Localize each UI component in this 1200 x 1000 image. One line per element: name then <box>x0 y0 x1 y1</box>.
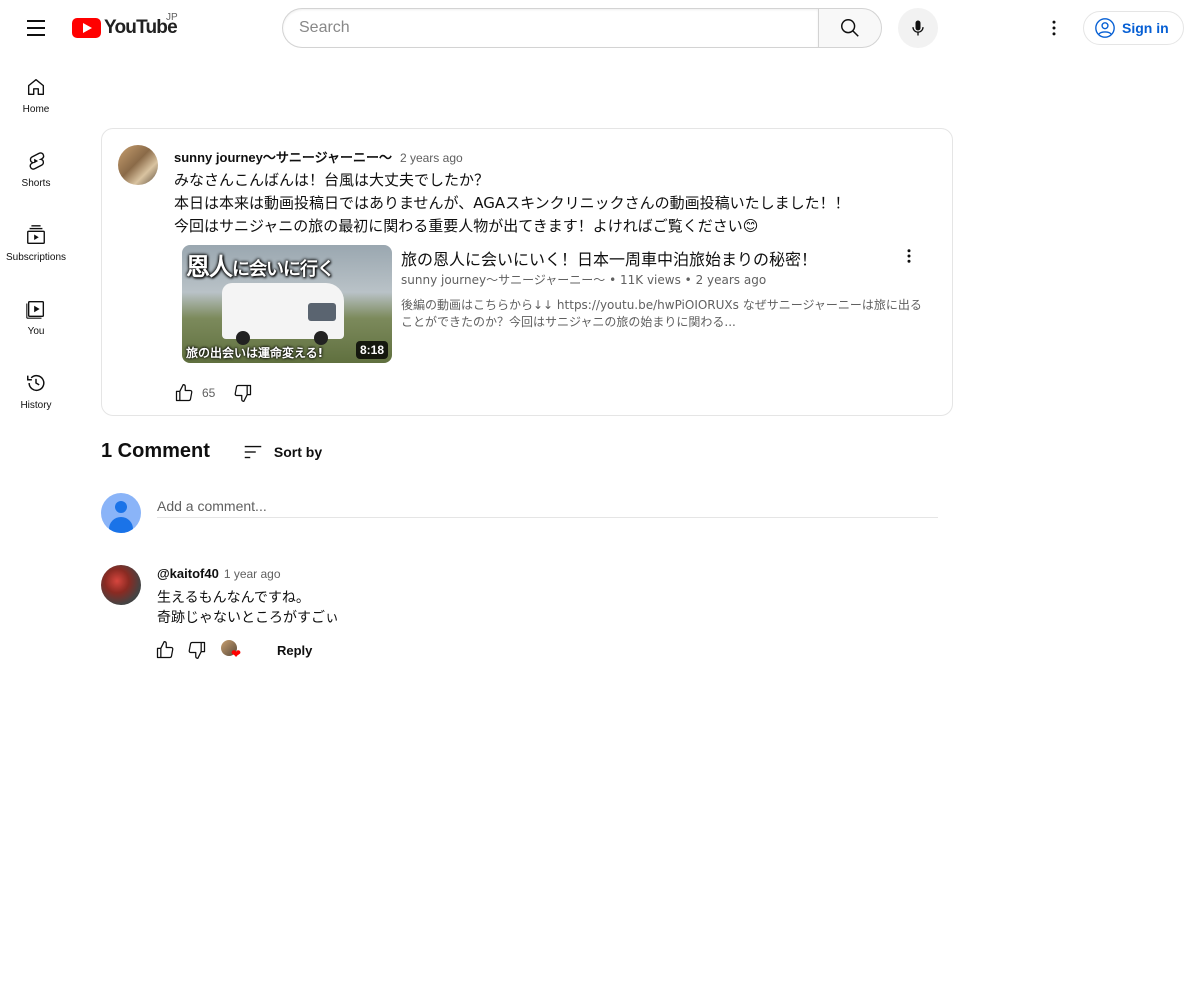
sidebar-item-history[interactable]: History <box>0 352 72 426</box>
video-description: 後編の動画はこちらから↓↓ https://youtu.be/hwPiOIORU… <box>401 298 922 329</box>
home-icon <box>27 78 45 96</box>
comment-author[interactable]: @kaitof40 <box>157 566 219 581</box>
search-input[interactable] <box>282 8 818 48</box>
commenter-avatar[interactable] <box>101 565 141 605</box>
microphone-icon <box>912 20 924 36</box>
search-icon <box>841 19 859 37</box>
post-body: みなさんこんばんは！台風は大丈夫でしたか？ 本日は本来は動画投稿日ではありません… <box>174 169 850 238</box>
sidebar-item-shorts[interactable]: Shorts <box>0 130 72 204</box>
community-post: sunny journey〜サニージャーニー〜 2 years ago みなさん… <box>101 128 953 416</box>
post-text-line: 今回はサニジャニの旅の最初に関わる重要人物が出てきます！よければご覧ください😊 <box>174 217 759 235</box>
sign-in-label: Sign in <box>1122 20 1169 36</box>
sort-by-button[interactable]: Sort by <box>242 441 322 463</box>
country-code: JP <box>166 12 178 23</box>
avatar-head <box>115 501 127 513</box>
thumb-up-icon <box>156 641 174 659</box>
sidebar-item-label: Home <box>22 104 50 115</box>
youtube-play-icon <box>72 18 101 38</box>
comment-count: 1 Comment <box>101 440 210 462</box>
avatar-body <box>109 517 133 533</box>
you-icon <box>26 300 45 319</box>
sidebar-item-label: Shorts <box>21 178 51 189</box>
comment-like-button[interactable] <box>151 636 179 664</box>
thumbnail-van-image <box>222 283 344 345</box>
thumb-up-icon <box>175 384 193 402</box>
post-action-bar: 65 <box>170 379 257 407</box>
video-duration: 8:18 <box>355 341 388 359</box>
comment-dislike-button[interactable] <box>183 636 211 664</box>
sidebar-item-home[interactable]: Home <box>0 56 72 130</box>
more-vert-icon <box>907 249 911 263</box>
video-age: 2 years ago <box>695 273 767 287</box>
guide-menu-button[interactable] <box>16 8 56 48</box>
comment-time[interactable]: 1 year ago <box>224 567 281 581</box>
thumbnail-title-small: に会いに行く <box>232 259 335 280</box>
video-views: 11K views <box>619 273 681 287</box>
sidebar-item-label: Subscriptions <box>5 252 67 263</box>
sidebar-item-subscriptions[interactable]: Subscriptions <box>0 204 72 278</box>
mini-guide: Home Shorts Subscriptions You History <box>0 56 72 426</box>
search-button[interactable] <box>818 8 882 48</box>
video-title[interactable]: 旅の恩人に会いにいく！日本一周車中泊旅始まりの秘密！ <box>401 246 817 270</box>
sort-icon <box>244 445 262 458</box>
meta-separator: • <box>684 273 696 287</box>
menu-icon-bar <box>27 20 45 22</box>
masthead: YouTube JP Sign in <box>0 0 1200 56</box>
menu-icon-bar <box>27 34 45 36</box>
post-text-line: みなさんこんばんは！台風は大丈夫でしたか？ <box>174 171 490 189</box>
add-comment-input[interactable] <box>157 494 938 518</box>
voice-search-button[interactable] <box>898 8 938 48</box>
creator-heart-badge: ❤ <box>221 638 245 662</box>
comment-text-line: 奇跡じゃないところがすごぃ <box>157 610 339 626</box>
thumbnail-title-big: 恩人 <box>186 253 233 281</box>
video-channel[interactable]: sunny journey〜サニージャーニー〜 <box>401 273 605 287</box>
post-time[interactable]: 2 years ago <box>400 151 463 165</box>
video-action-menu-button[interactable] <box>894 241 924 271</box>
thumb-down-icon <box>234 384 252 402</box>
thumbnail-wheel <box>314 331 328 345</box>
subscriptions-icon <box>27 225 45 244</box>
sidebar-item-label: History <box>20 400 52 411</box>
sidebar-item-label: You <box>27 326 45 337</box>
thumb-down-icon <box>188 641 206 659</box>
attached-video: 恩人に会いに行く 旅の出会いは運命変える! 8:18 旅の恩人に会いにいく！日本… <box>182 245 934 365</box>
post-author[interactable]: sunny journey〜サニージャーニー〜 <box>174 147 392 166</box>
thumbnail-wheel <box>236 331 250 345</box>
history-icon <box>27 375 45 392</box>
shorts-icon <box>29 152 45 170</box>
comments-header: 1 Comment Sort by <box>101 440 322 463</box>
youtube-logo[interactable]: YouTube JP <box>72 12 178 40</box>
comment-header: @kaitof40 1 year ago <box>157 566 281 581</box>
more-vert-icon <box>1052 20 1056 36</box>
like-button[interactable] <box>170 379 198 407</box>
thumbnail-title: 恩人に会いに行く <box>186 247 335 282</box>
thumbnail-caption: 旅の出会いは運命変える! <box>186 346 324 360</box>
comment-action-bar: ❤ Reply <box>151 636 320 664</box>
user-avatar <box>101 493 141 533</box>
settings-more-button[interactable] <box>1034 8 1074 48</box>
sidebar-item-you[interactable]: You <box>0 278 72 352</box>
like-count: 65 <box>202 386 216 400</box>
post-text-line: 本日は本来は動画投稿日ではありませんが、AGAスキンクリニックさんの動画投稿いた… <box>174 194 850 212</box>
heart-icon: ❤ <box>231 647 242 661</box>
dislike-button[interactable] <box>229 379 257 407</box>
meta-separator: • <box>609 273 620 287</box>
reply-button[interactable]: Reply <box>269 637 320 664</box>
comment-text-line: 生えるもんなんですね。 <box>157 590 310 606</box>
video-meta: sunny journey〜サニージャーニー〜 • 11K views • 2 … <box>401 271 766 288</box>
sign-in-button[interactable]: Sign in <box>1083 11 1184 45</box>
account-circle-icon <box>1095 18 1115 38</box>
sort-by-label: Sort by <box>273 443 323 460</box>
channel-avatar[interactable] <box>118 145 158 185</box>
menu-icon-bar <box>27 27 45 29</box>
post-header: sunny journey〜サニージャーニー〜 2 years ago <box>174 147 463 166</box>
search-box <box>282 8 882 48</box>
video-thumbnail[interactable]: 恩人に会いに行く 旅の出会いは運命変える! 8:18 <box>182 245 392 363</box>
comment-body: 生えるもんなんですね。 奇跡じゃないところがすごぃ <box>157 588 339 628</box>
